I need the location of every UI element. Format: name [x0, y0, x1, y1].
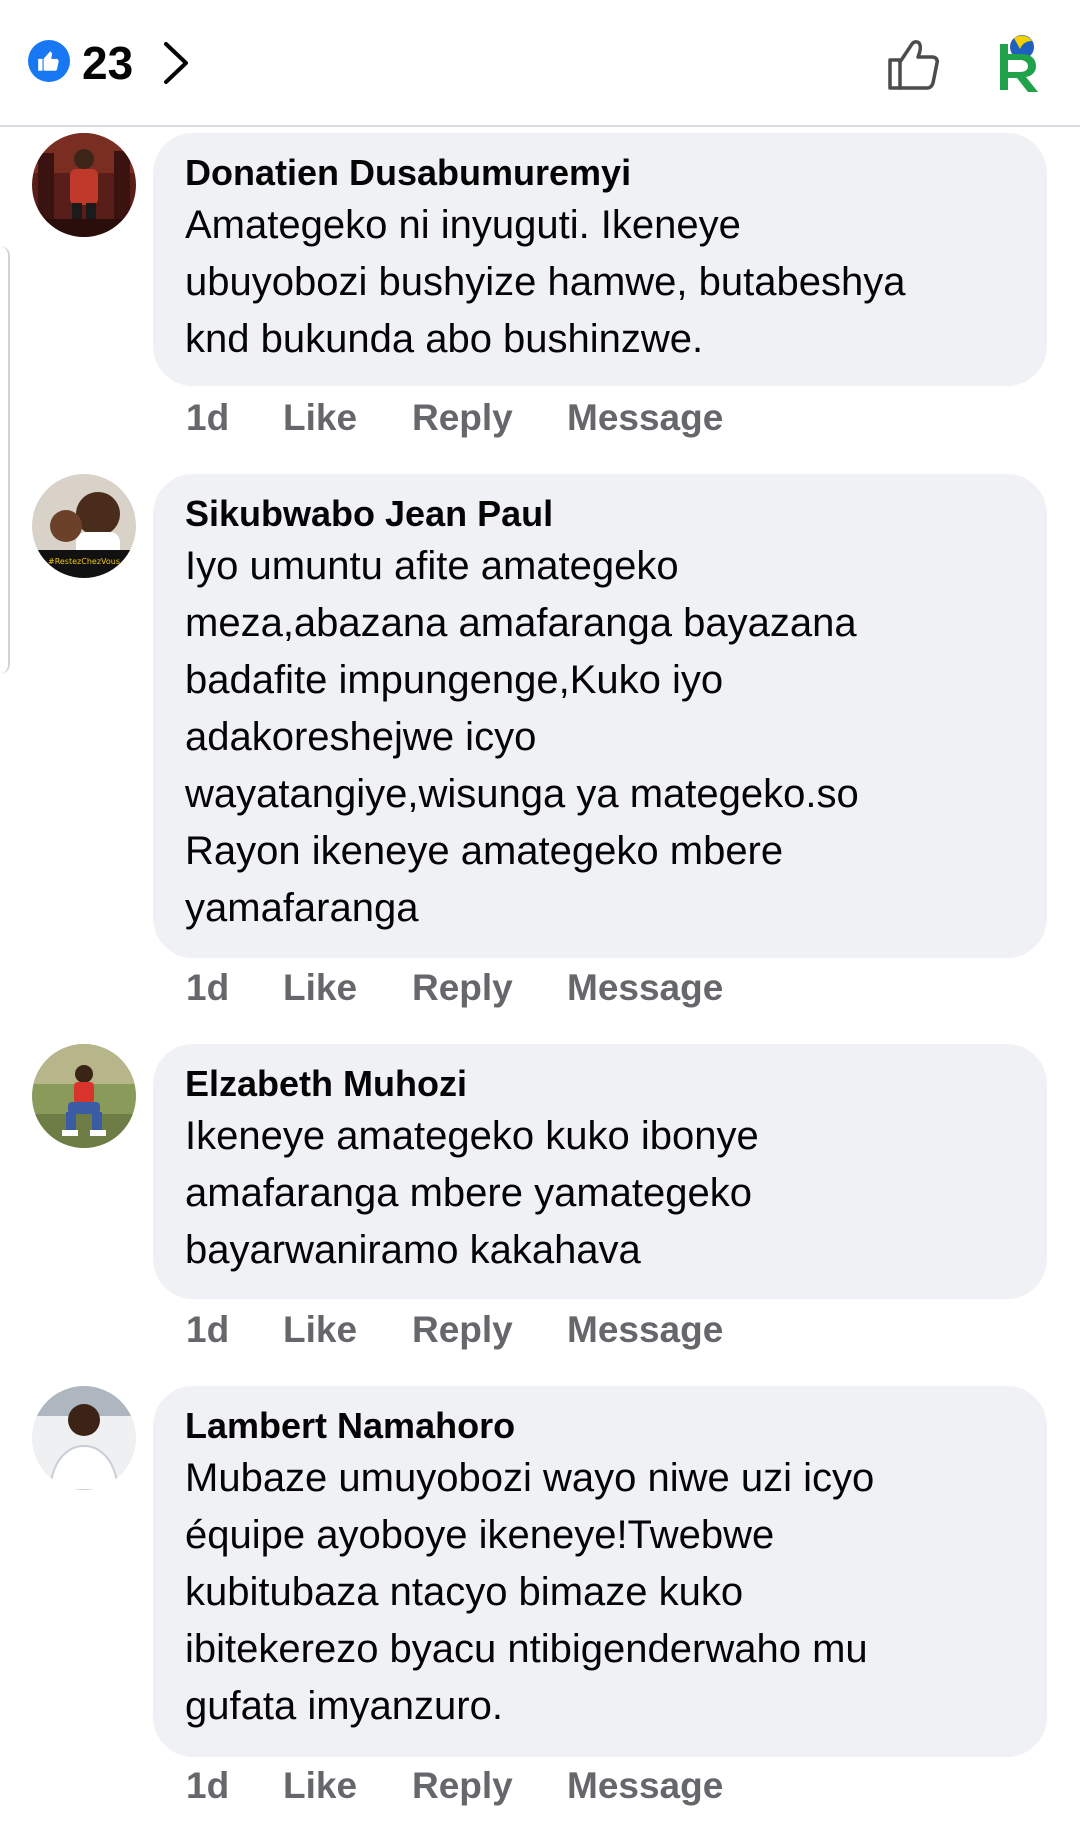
like-button[interactable]: Like	[283, 393, 357, 443]
comment-timestamp[interactable]: 1d	[186, 1305, 229, 1355]
comment-line: Rayon ikeneye amategeko mbere	[185, 829, 784, 873]
comment-timestamp[interactable]: 1d	[186, 963, 229, 1013]
comment-bubble[interactable]: Donatien Dusabumuremyi Amategeko ni inyu…	[153, 133, 1047, 386]
like-button[interactable]: Like	[283, 1761, 357, 1811]
reply-button[interactable]: Reply	[412, 1305, 513, 1355]
comment-line: Ikeneye amategeko kuko ibonye	[185, 1114, 759, 1158]
comment-line: wayatangiye,wisunga ya mategeko.so	[185, 772, 859, 816]
avatar[interactable]	[32, 1386, 136, 1490]
comment-line: gufata imyanzuro.	[185, 1684, 503, 1728]
comment-line: équipe ayoboye ikeneye!Twebwe	[185, 1513, 775, 1557]
comment-bubble[interactable]: Lambert Namahoro Mubaze umuyobozi wayo n…	[153, 1386, 1047, 1757]
message-button[interactable]: Message	[567, 963, 723, 1013]
comment-text: Iyo umuntu afite amategeko meza,abazana …	[185, 538, 1015, 937]
avatar[interactable]	[32, 133, 136, 237]
comment-line: bayarwaniramo kakahava	[185, 1228, 641, 1272]
comment-bubble[interactable]: Elzabeth Muhozi Ikeneye amategeko kuko i…	[153, 1044, 1047, 1299]
comment-bubble[interactable]: Sikubwabo Jean Paul Iyo umuntu afite ama…	[153, 474, 1047, 958]
comment-author[interactable]: Donatien Dusabumuremyi	[185, 153, 1015, 193]
comment-line: adakoreshejwe icyo	[185, 715, 537, 759]
message-button[interactable]: Message	[567, 393, 723, 443]
side-panel-edge	[0, 246, 10, 674]
comment-line: Mubaze umuyobozi wayo niwe uzi icyo	[185, 1456, 875, 1500]
reply-button[interactable]: Reply	[412, 393, 513, 443]
reply-button[interactable]: Reply	[412, 1761, 513, 1811]
comment-timestamp[interactable]: 1d	[186, 1761, 229, 1811]
reply-button[interactable]: Reply	[412, 963, 513, 1013]
comment-author[interactable]: Lambert Namahoro	[185, 1406, 1015, 1446]
comment-line: Iyo umuntu afite amategeko	[185, 544, 679, 588]
comment-timestamp[interactable]: 1d	[186, 393, 229, 443]
like-button[interactable]: Like	[283, 963, 357, 1013]
comment-line: meza,abazana amafaranga bayazana	[185, 601, 857, 645]
comment-text: Mubaze umuyobozi wayo niwe uzi icyo équi…	[185, 1450, 1015, 1735]
comment-text: Amategeko ni inyuguti. Ikeneye ubuyobozi…	[185, 197, 1015, 368]
comment-line: kubitubaza ntacyo bimaze kuko	[185, 1570, 744, 1614]
comment-line: yamafaranga	[185, 886, 419, 930]
reaction-count[interactable]: 23	[82, 38, 133, 88]
comment-line: amafaranga mbere yamategeko	[185, 1171, 752, 1215]
avatar[interactable]	[32, 1044, 136, 1148]
message-button[interactable]: Message	[567, 1761, 723, 1811]
comment-author[interactable]: Elzabeth Muhozi	[185, 1064, 1015, 1104]
reactions-header: 23	[0, 0, 1080, 127]
like-button[interactable]: Like	[283, 1305, 357, 1355]
comment-line: badafite impungenge,Kuko iyo	[185, 658, 724, 702]
chevron-right-icon[interactable]	[158, 38, 194, 88]
comment-line: Amategeko ni inyuguti. Ikeneye	[185, 203, 741, 247]
comment-line: ibitekerezo byacu ntibigenderwaho mu	[185, 1627, 868, 1671]
message-button[interactable]: Message	[567, 1305, 723, 1355]
comment-text: Ikeneye amategeko kuko ibonye amafaranga…	[185, 1108, 1015, 1279]
comment-line: ubuyobozi bushyize hamwe, butabeshya	[185, 260, 906, 304]
comment-author[interactable]: Sikubwabo Jean Paul	[185, 494, 1015, 534]
rayon-sports-logo[interactable]	[992, 32, 1044, 96]
avatar-caption: #RestezChezVous	[48, 557, 120, 566]
comment-line: knd bukunda abo bushinzwe.	[185, 317, 704, 361]
thumbs-up-icon[interactable]	[884, 34, 944, 94]
like-reaction-icon[interactable]	[28, 40, 70, 82]
avatar[interactable]: #RestezChezVous	[32, 474, 136, 578]
